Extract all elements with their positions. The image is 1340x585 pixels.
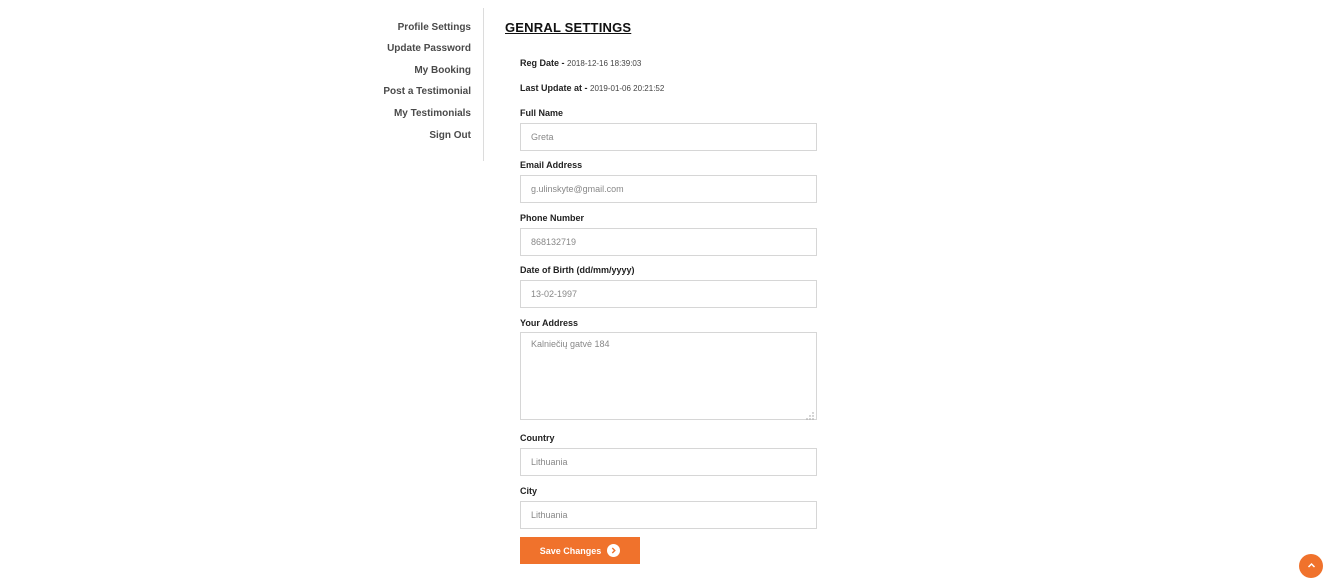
full-name-input[interactable] bbox=[520, 123, 817, 151]
city-input[interactable] bbox=[520, 501, 817, 529]
address-label: Your Address bbox=[520, 318, 579, 328]
email-label: Email Address bbox=[520, 160, 583, 170]
phone-input[interactable] bbox=[520, 228, 817, 256]
reg-date-label: Reg Date - bbox=[520, 58, 565, 68]
sidebar-item-profile-settings[interactable]: Profile Settings bbox=[398, 22, 471, 33]
page-title: GENRAL SETTINGS bbox=[505, 20, 632, 35]
chevron-right-circle-icon bbox=[607, 544, 621, 557]
dob-input[interactable] bbox=[520, 280, 817, 308]
dob-label: Date of Birth (dd/mm/yyyy) bbox=[520, 265, 635, 275]
phone-label: Phone Number bbox=[520, 213, 585, 223]
sidebar-item-update-password[interactable]: Update Password bbox=[387, 43, 471, 54]
save-changes-button[interactable]: Save Changes bbox=[520, 537, 640, 564]
sidebar-item-my-booking[interactable]: My Booking bbox=[414, 65, 471, 76]
resize-grip-icon[interactable] bbox=[806, 412, 814, 420]
sidebar: Profile Settings Update Password My Book… bbox=[340, 8, 484, 161]
country-label: Country bbox=[520, 433, 555, 443]
last-update-value: 2019-01-06 20:21:52 bbox=[590, 84, 665, 93]
profile-settings-page: Profile Settings Update Password My Book… bbox=[0, 0, 1340, 585]
city-label: City bbox=[520, 486, 538, 496]
reg-date-value: 2018-12-16 18:39:03 bbox=[567, 59, 642, 68]
sidebar-item-my-testimonials[interactable]: My Testimonials bbox=[394, 108, 471, 119]
scroll-to-top-button[interactable] bbox=[1299, 554, 1323, 578]
country-input[interactable] bbox=[520, 448, 817, 476]
email-input[interactable] bbox=[520, 175, 817, 203]
chevron-up-icon bbox=[1307, 557, 1316, 575]
address-textarea[interactable]: Kalniečių gatvė 184 bbox=[520, 332, 817, 420]
full-name-label: Full Name bbox=[520, 108, 564, 118]
sidebar-item-post-testimonial[interactable]: Post a Testimonial bbox=[383, 86, 471, 97]
sidebar-item-sign-out[interactable]: Sign Out bbox=[429, 130, 471, 141]
last-update: Last Update at - 2019-01-06 20:21:52 bbox=[520, 83, 664, 93]
save-changes-label: Save Changes bbox=[539, 545, 602, 556]
reg-date: Reg Date - 2018-12-16 18:39:03 bbox=[520, 58, 641, 68]
last-update-label: Last Update at - bbox=[520, 83, 588, 93]
